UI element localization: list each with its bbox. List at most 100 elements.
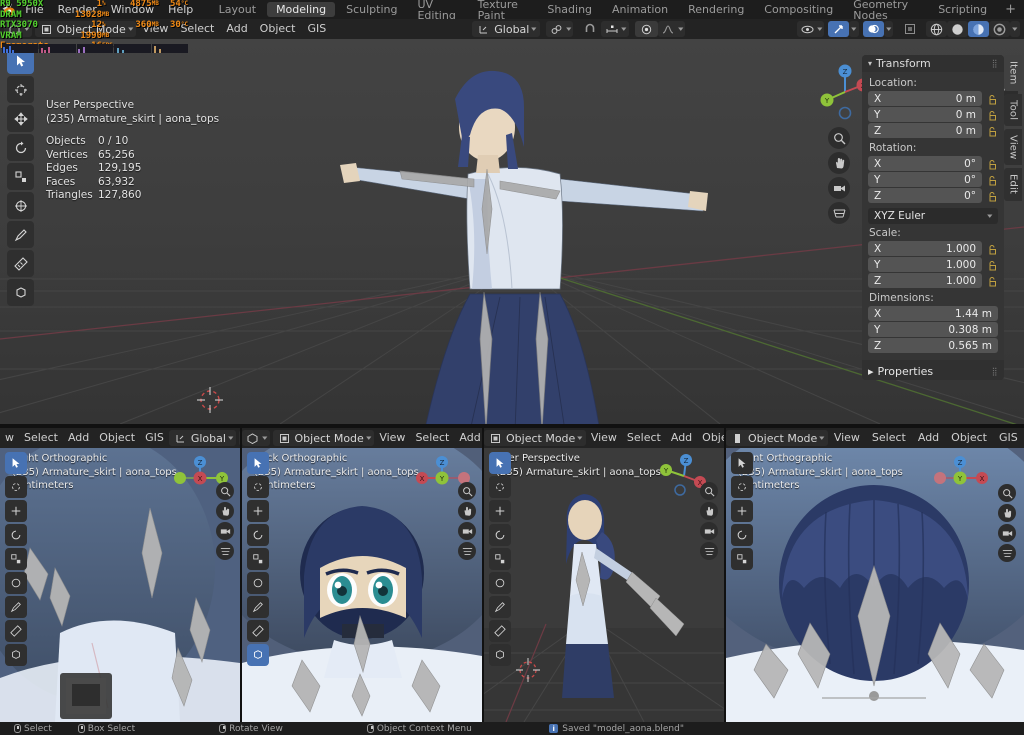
tool-transform[interactable] [247,572,269,594]
pan-button[interactable] [998,504,1016,522]
dimensions-y-field[interactable]: Y 0.308 m [868,322,998,337]
mode-selector[interactable]: Object Mode ▾ [34,21,137,37]
tool-cursor[interactable] [731,476,753,498]
tool-scale[interactable] [489,548,511,570]
tool-move[interactable] [489,500,511,522]
gizmo-settings-dropdown[interactable]: ▾ [849,21,859,37]
lock-open-icon[interactable] [987,126,998,137]
sidebar-tab-edit[interactable]: Edit [1004,168,1022,201]
pan-button[interactable] [458,502,476,520]
rotation-z-field[interactable]: Z 0° [868,188,982,203]
tool-annotate[interactable] [489,596,511,618]
xray-toggle[interactable] [898,21,921,37]
quad1-menu-object[interactable]: Object [94,428,140,448]
tool-scale[interactable] [247,548,269,570]
tool-scale[interactable] [731,548,753,570]
menu-window[interactable]: Window [104,0,161,19]
workspace-tab-animation[interactable]: Animation [603,2,677,17]
tool-select-box[interactable] [731,452,753,474]
lock-open-icon[interactable] [987,175,998,186]
dimensions-x-field[interactable]: X 1.44 m [868,306,998,321]
gizmo-toggle[interactable] [828,21,850,37]
toggle-perspective-button[interactable] [828,202,850,224]
proportional-editing-toggle[interactable] [634,21,658,37]
tool-annotate[interactable] [7,221,34,248]
transform-orientation-selector[interactable]: Global ▾ [472,21,540,37]
scale-y-field[interactable]: Y 1.000 [868,257,982,272]
rotation-y-field[interactable]: Y 0° [868,172,982,187]
shading-wireframe-button[interactable] [926,21,948,37]
tool-move[interactable] [7,105,34,132]
main-menu-object[interactable]: Object [254,19,302,39]
location-y-field[interactable]: Y 0 m [868,107,982,122]
camera-view-button[interactable] [458,522,476,540]
lock-open-icon[interactable] [987,244,998,255]
workspace-tab-modeling[interactable]: Modeling [267,2,336,17]
quad1-menu-select[interactable]: Select [19,428,63,448]
quad-view-user-perspective[interactable]: Object Mode ▾ View Select Add Object GIS [484,428,724,722]
pan-button[interactable] [216,502,234,520]
tool-rotate[interactable] [7,134,34,161]
lock-open-icon[interactable] [987,191,998,202]
menu-help[interactable]: Help [161,0,200,19]
snap-settings-selector[interactable]: ▾ [601,21,629,37]
quad2-menu-view[interactable]: View [374,428,410,448]
quad3-menu-object[interactable]: Object [697,428,724,448]
main-menu-view[interactable]: View [136,19,174,39]
quad4-menu-view[interactable]: View [828,428,866,448]
quad4-menu-gis[interactable]: GIS [993,428,1024,448]
tool-select-box[interactable] [247,452,269,474]
tool-cursor[interactable] [7,76,34,103]
tool-measure[interactable] [489,620,511,642]
tool-scale[interactable] [5,548,27,570]
quad1-body[interactable]: Right Orthographic (235) Armature_skirt … [0,448,240,722]
tool-transform[interactable] [489,572,511,594]
quad1-transform-orientation[interactable]: Global ▾ [168,430,237,446]
tool-rotate[interactable] [731,524,753,546]
tool-move[interactable] [731,500,753,522]
workspace-tab-sculpting[interactable]: Sculpting [337,2,406,17]
zoom-button[interactable] [216,482,234,500]
quad-view-front-orthographic[interactable]: Object Mode ▾ View Select Add Object GIS… [726,428,1024,722]
tool-add-cube[interactable] [247,644,269,666]
status-message[interactable]: i Saved "model_aona.blend" [549,724,684,734]
quad3-body[interactable]: User Perspective (235) Armature_skirt | … [484,448,724,722]
lock-open-icon[interactable] [987,276,998,287]
tool-annotate[interactable] [5,596,27,618]
workspace-tab-compositing[interactable]: Compositing [755,2,842,17]
camera-view-button[interactable] [828,177,850,199]
quad4-menu-object[interactable]: Object [945,428,993,448]
add-workspace-button[interactable]: + [998,2,1023,17]
camera-view-button[interactable] [700,522,718,540]
pan-button[interactable] [700,502,718,520]
quad4-mode-selector[interactable]: Object Mode ▾ [726,430,828,446]
tool-add-cube[interactable] [489,644,511,666]
zoom-button[interactable] [998,484,1016,502]
tool-select-box[interactable] [7,47,34,74]
lock-open-icon[interactable] [987,110,998,121]
tool-annotate[interactable] [247,596,269,618]
tool-scale[interactable] [7,163,34,190]
properties-panel-header[interactable]: ▸ Properties ⣿ [862,363,1004,380]
toggle-perspective-button[interactable] [216,542,234,560]
tool-cursor[interactable] [247,476,269,498]
dimensions-z-field[interactable]: Z 0.565 m [868,338,998,353]
tool-measure[interactable] [7,250,34,277]
sidebar-tab-item[interactable]: Item [1004,55,1022,91]
toggle-perspective-button[interactable] [458,542,476,560]
main-menu-select[interactable]: Select [174,19,220,39]
shading-solid-button[interactable] [947,21,969,37]
main-menu-gis[interactable]: GIS [302,19,333,39]
workspace-tab-scripting[interactable]: Scripting [929,2,996,17]
tool-transform[interactable] [7,192,34,219]
tool-cursor[interactable] [5,476,27,498]
sidebar-tab-tool[interactable]: Tool [1004,93,1022,126]
toggle-perspective-button[interactable] [998,544,1016,562]
location-x-field[interactable]: X 0 m [868,91,982,106]
quad4-menu-add[interactable]: Add [912,428,945,448]
rotation-mode-dropdown[interactable]: XYZ Euler ▾ [868,208,998,224]
quad-view-back-orthographic[interactable]: ▾ Object Mode ▾ View Select Add Object [242,428,482,722]
tool-rotate[interactable] [489,524,511,546]
quad4-menu-select[interactable]: Select [866,428,912,448]
rotation-x-field[interactable]: X 0° [868,156,982,171]
